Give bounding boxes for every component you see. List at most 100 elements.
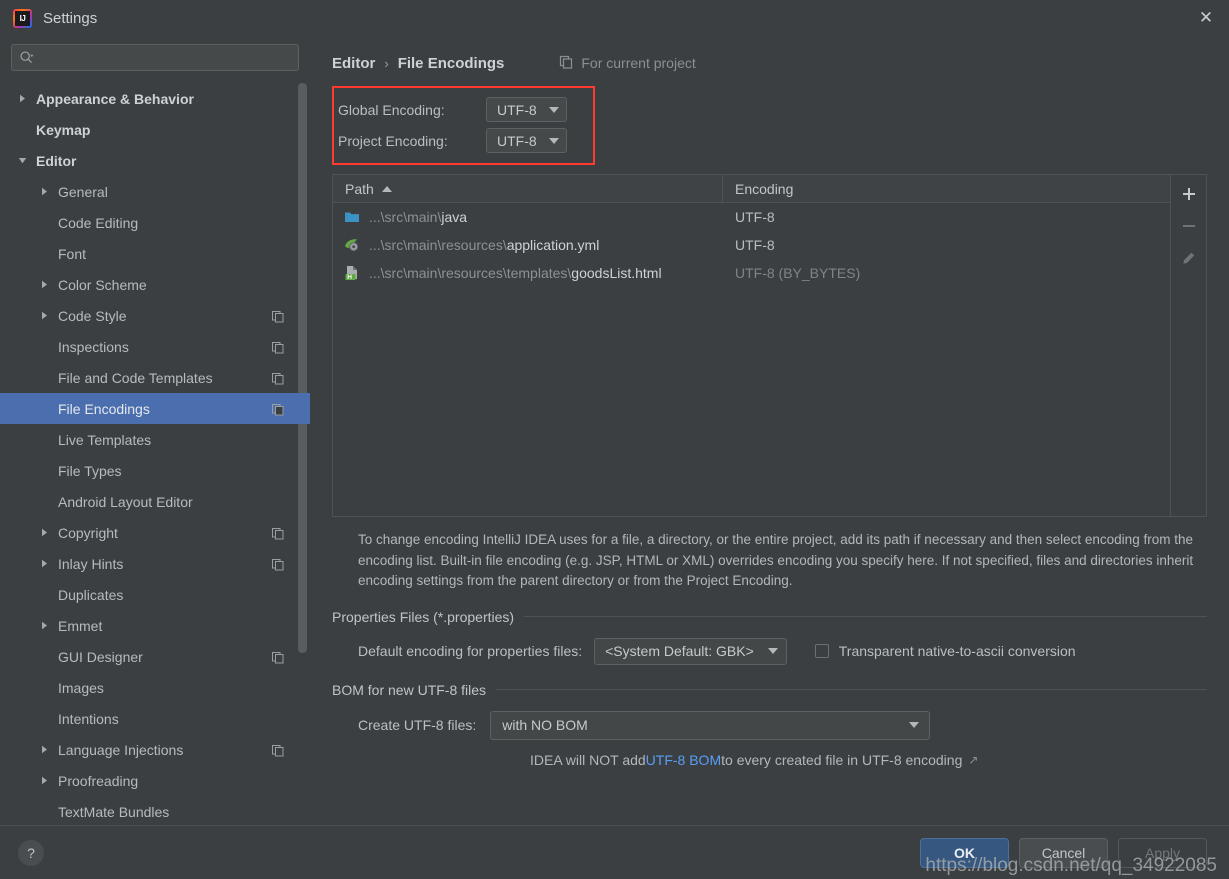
sidebar-item-code-style[interactable]: Code Style (0, 300, 310, 331)
sidebar-item-color-scheme[interactable]: Color Scheme (0, 269, 310, 300)
global-encoding-select[interactable]: UTF-8 (486, 97, 567, 122)
chevron-right-icon[interactable] (16, 93, 28, 105)
intellij-idea-logo (13, 8, 32, 28)
edit-path-button[interactable] (1174, 243, 1204, 273)
search-icon (19, 50, 34, 65)
path-prefix: ...\src\main\resources\templates\ (369, 265, 572, 281)
sidebar-item-font[interactable]: Font (0, 238, 310, 269)
default-encoding-select[interactable]: <System Default: GBK> (594, 637, 787, 665)
search-box[interactable] (11, 44, 299, 71)
transparent-conversion-label: Transparent native-to-ascii conversion (838, 643, 1076, 660)
chevron-right-icon[interactable] (38, 527, 50, 539)
encoding-description: To change encoding IntelliJ IDEA uses fo… (358, 532, 1194, 589)
chevron-right-icon[interactable] (38, 775, 50, 787)
chevron-down-icon[interactable] (16, 155, 28, 167)
sidebar-item-emmet[interactable]: Emmet (0, 610, 310, 641)
sidebar-item-textmate-bundles[interactable]: TextMate Bundles (0, 796, 310, 825)
project-encoding-value: UTF-8 (497, 132, 537, 149)
bom-title-row: BOM for new UTF-8 files (332, 682, 1207, 698)
table-cell-encoding[interactable]: UTF-8 (723, 237, 1170, 253)
sidebar-item-label: Emmet (58, 617, 103, 634)
sidebar-item-live-templates[interactable]: Live Templates (0, 424, 310, 455)
project-encoding-label: Project Encoding: (338, 132, 448, 149)
sidebar-item-general[interactable]: General (0, 176, 310, 207)
chevron-right-icon[interactable] (38, 186, 50, 198)
sidebar-item-file-types[interactable]: File Types (0, 455, 310, 486)
chevron-right-icon[interactable] (38, 310, 50, 322)
utf8-bom-link[interactable]: UTF-8 BOM (646, 752, 721, 768)
column-header-path[interactable]: Path (333, 175, 723, 202)
folder-icon (344, 209, 360, 225)
sidebar-item-language-injections[interactable]: Language Injections (0, 734, 310, 765)
sidebar-item-android-layout-editor[interactable]: Android Layout Editor (0, 486, 310, 517)
sidebar-item-file-and-code-templates[interactable]: File and Code Templates (0, 362, 310, 393)
sidebar-item-label: Color Scheme (58, 276, 147, 293)
table-cell-encoding[interactable]: UTF-8 (723, 209, 1170, 225)
sidebar-item-file-encodings[interactable]: File Encodings (0, 393, 310, 424)
sidebar-item-inlay-hints[interactable]: Inlay Hints (0, 548, 310, 579)
paths-table-area: Path Encoding ...\src\main\java UTF-8 ...\… (332, 174, 1207, 517)
sidebar-item-copyright[interactable]: Copyright (0, 517, 310, 548)
sidebar-item-label: Copyright (58, 524, 118, 541)
sidebar-item-proofreading[interactable]: Proofreading (0, 765, 310, 796)
chevron-right-icon[interactable] (38, 558, 50, 570)
sidebar-item-appearance-behavior[interactable]: Appearance & Behavior (0, 83, 310, 114)
sidebar-item-editor[interactable]: Editor (0, 145, 310, 176)
breadcrumb-current: File Encodings (397, 54, 505, 72)
chevron-down-icon (909, 722, 920, 729)
default-encoding-row: Default encoding for properties files: <… (358, 637, 1207, 665)
dialog-body: Appearance & Behavior Keymap Editor General… (0, 36, 1229, 825)
breadcrumb-parent[interactable]: Editor (332, 55, 375, 72)
chevron-right-icon[interactable] (38, 279, 50, 291)
table-cell-path: ...\src\main\java (333, 209, 723, 225)
table-row[interactable]: H ...\src\main\resources\templates\goodsL… (333, 259, 1170, 287)
sidebar-item-keymap[interactable]: Keymap (0, 114, 310, 145)
transparent-conversion-checkbox[interactable]: Transparent native-to-ascii conversion (814, 643, 1076, 660)
close-icon[interactable]: ✕ (1183, 0, 1229, 36)
chevron-down-icon (548, 106, 559, 113)
properties-files-title-row: Properties Files (*.properties) (332, 609, 1207, 625)
sidebar-item-label: Live Templates (58, 431, 152, 448)
remove-path-button[interactable] (1174, 211, 1204, 241)
sidebar-item-label: Android Layout Editor (58, 493, 193, 510)
sidebar-item-label: Images (58, 679, 104, 696)
sidebar-item-label: Proofreading (58, 772, 139, 789)
help-button[interactable]: ? (18, 839, 44, 866)
ok-button[interactable]: OK (920, 837, 1009, 868)
content-panel: Editor › File Encodings For current proj… (310, 36, 1229, 825)
column-header-encoding[interactable]: Encoding (723, 175, 1170, 202)
add-path-button[interactable] (1174, 179, 1204, 209)
table-row[interactable]: ...\src\main\java UTF-8 (333, 203, 1170, 231)
properties-files-section: Properties Files (*.properties) Default … (332, 609, 1207, 665)
table-row[interactable]: ...\src\main\resources\application.yml UT… (333, 231, 1170, 259)
chevron-right-icon[interactable] (38, 744, 50, 756)
column-header-encoding-label: Encoding (735, 180, 794, 197)
default-encoding-value: <System Default: GBK> (605, 643, 754, 660)
table-toolbar (1171, 174, 1207, 517)
cancel-button[interactable]: Cancel (1019, 837, 1108, 868)
apply-button[interactable]: Apply (1118, 837, 1207, 868)
chevron-right-icon[interactable] (38, 620, 50, 632)
sidebar-item-intentions[interactable]: Intentions (0, 703, 310, 734)
sidebar-item-code-editing[interactable]: Code Editing (0, 207, 310, 238)
project-scope-icon (272, 558, 284, 570)
create-utf8-value: with NO BOM (502, 717, 588, 734)
external-link-icon: ↗ (968, 752, 979, 767)
sidebar-item-duplicates[interactable]: Duplicates (0, 579, 310, 610)
create-utf8-select[interactable]: with NO BOM (490, 710, 931, 740)
search-input[interactable] (34, 49, 291, 66)
sidebar-item-inspections[interactable]: Inspections (0, 331, 310, 362)
sidebar-item-label: Font (58, 245, 87, 262)
sidebar-item-gui-designer[interactable]: GUI Designer (0, 641, 310, 672)
project-scope-icon (272, 527, 284, 539)
project-encoding-select[interactable]: UTF-8 (486, 128, 567, 153)
sidebar-item-images[interactable]: Images (0, 672, 310, 703)
table-cell-encoding[interactable]: UTF-8 (BY_BYTES) (723, 265, 1170, 281)
